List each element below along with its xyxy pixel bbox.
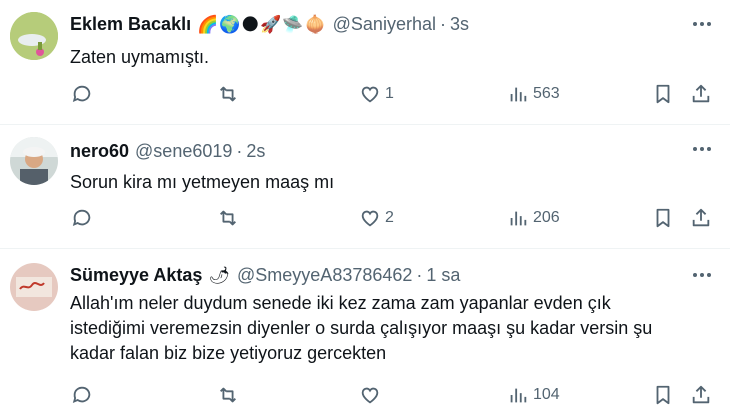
share-icon	[692, 84, 710, 103]
views-button[interactable]: 563	[507, 83, 560, 105]
avatar-image	[10, 12, 58, 60]
like-button[interactable]: 2	[359, 207, 394, 229]
author-name[interactable]: Eklem Bacaklı	[70, 14, 191, 35]
separator-dot: ·	[236, 141, 243, 161]
tweet-text: Allah'ım neler duydum senede iki kez zam…	[70, 291, 710, 366]
bookmark-icon	[656, 208, 670, 228]
share-button[interactable]	[690, 384, 712, 406]
separator-dot: ·	[439, 14, 446, 34]
reply-button[interactable]	[71, 83, 97, 105]
reply-icon	[72, 386, 91, 403]
reply-button[interactable]	[71, 207, 97, 229]
timestamp[interactable]: 2s	[246, 141, 265, 162]
more-icon[interactable]	[690, 137, 714, 161]
like-icon	[361, 86, 379, 103]
timestamp[interactable]: 1 sa	[426, 265, 460, 286]
retweet-button[interactable]	[217, 83, 243, 105]
timestamp[interactable]: 3s	[450, 14, 469, 35]
avatar[interactable]	[10, 12, 58, 60]
author-name[interactable]: Sümeyye Aktaş	[70, 265, 202, 286]
bookmark-button[interactable]	[652, 83, 674, 105]
views-icon	[510, 211, 527, 226]
reply-icon	[72, 209, 91, 226]
share-icon	[692, 385, 710, 404]
retweet-icon	[220, 86, 236, 102]
avatar-image	[10, 137, 58, 185]
tweet-text-line: kadar falan biz bize yetiyoruz gercekten	[70, 343, 387, 363]
action-bar: 2 206	[0, 207, 730, 235]
like-button[interactable]	[359, 384, 385, 406]
tweet-1[interactable]: Eklem Bacaklı 🌈🌍🌑🚀🛸🧅 @Saniyerhal · 3s Za…	[0, 0, 730, 124]
views-count: 563	[533, 85, 560, 102]
action-bar: 104	[0, 384, 730, 412]
like-button[interactable]: 1	[359, 83, 394, 105]
tweet-3[interactable]: Sümeyye Aktaş 🌶 @SmeyyeA83786462 · 1 sa …	[0, 249, 730, 420]
retweet-icon	[220, 210, 236, 226]
action-bar: 1 563	[0, 83, 730, 111]
name-emojis: 🌈🌍🌑🚀🛸🧅	[197, 14, 327, 34]
author-handle[interactable]: @Saniyerhal	[333, 14, 436, 35]
views-button[interactable]: 104	[507, 384, 560, 406]
views-icon	[510, 87, 527, 102]
views-count: 104	[533, 386, 560, 403]
avatar[interactable]	[10, 263, 58, 311]
views-button[interactable]: 206	[507, 207, 560, 229]
separator-dot: ·	[416, 265, 423, 285]
views-count: 206	[533, 209, 560, 226]
tweet-2[interactable]: nero60 @sene6019 · 2s Sorun kira mı yetm…	[0, 125, 730, 247]
avatar[interactable]	[10, 137, 58, 185]
author-name[interactable]: nero60	[70, 141, 129, 162]
tweet-text-line: istediğimi veremezsin diyenler o surda ç…	[70, 318, 653, 338]
views-icon	[510, 388, 527, 403]
avatar-image	[10, 263, 58, 311]
like-icon	[361, 210, 379, 227]
retweet-icon	[220, 387, 236, 403]
like-icon	[361, 387, 379, 404]
share-button[interactable]	[690, 83, 712, 105]
more-icon[interactable]	[690, 263, 714, 287]
share-icon	[692, 208, 710, 227]
like-count: 2	[385, 209, 394, 226]
bookmark-icon	[656, 385, 670, 405]
tweet-text-line: Allah'ım neler duydum senede iki kez zam…	[70, 293, 611, 313]
tweet-text: Sorun kira mı yetmeyen maaş mı	[70, 172, 335, 192]
like-count: 1	[385, 85, 394, 102]
reply-icon	[72, 85, 91, 102]
name-emojis: 🌶	[208, 265, 232, 285]
bookmark-button[interactable]	[652, 207, 674, 229]
author-handle[interactable]: @SmeyyeA83786462	[237, 265, 412, 286]
tweet-text: Zaten uymamıştı.	[70, 47, 210, 67]
author-handle[interactable]: @sene6019	[135, 141, 232, 162]
bookmark-icon	[656, 84, 670, 104]
more-icon[interactable]	[690, 12, 714, 36]
share-button[interactable]	[690, 207, 712, 229]
bookmark-button[interactable]	[652, 384, 674, 406]
retweet-button[interactable]	[217, 384, 243, 406]
reply-button[interactable]	[71, 384, 97, 406]
retweet-button[interactable]	[217, 207, 243, 229]
